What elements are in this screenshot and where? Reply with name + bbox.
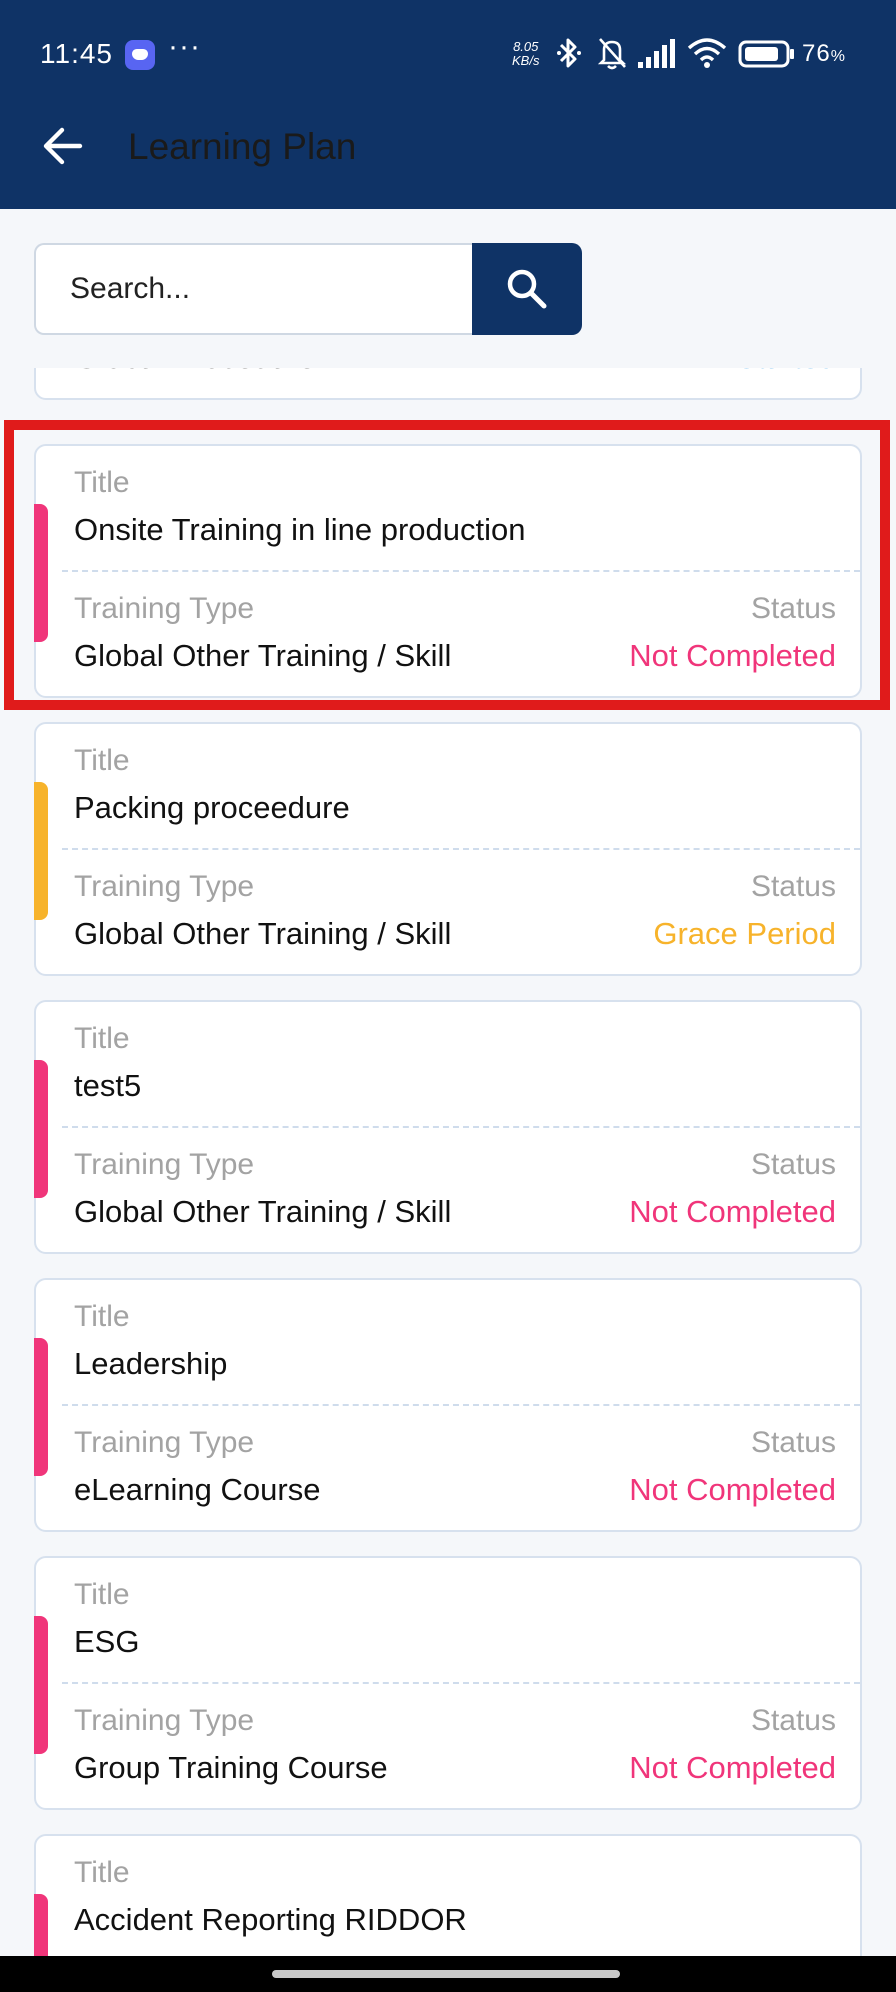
title-label: Title: [74, 1578, 130, 1611]
more-notifications-icon: ···: [168, 30, 201, 63]
highlight-box: [4, 420, 890, 710]
training-title-value: Accident Reporting RIDDOR: [74, 1902, 467, 1937]
status-value: Not Completed: [629, 1194, 836, 1229]
search-button[interactable]: [472, 243, 582, 335]
status-label: Status: [750, 1148, 836, 1181]
status-value: Grace Period: [653, 916, 836, 951]
training-type-label: Training Type: [74, 870, 255, 903]
wifi-icon: [687, 38, 727, 68]
arrow-left-icon: [43, 127, 83, 165]
training-type-label: Training Type: [74, 1704, 255, 1737]
training-title-value: Packing proceedure: [74, 790, 350, 825]
search-input[interactable]: [34, 243, 474, 335]
divider: [62, 1126, 860, 1128]
training-type-label: Training Type: [74, 1426, 255, 1459]
status-label: Status: [750, 1426, 836, 1459]
bell-muted-icon: [597, 38, 627, 70]
title-label: Title: [74, 744, 130, 777]
status-bar: 11:45 ··· 8.05 KB/s 76%: [0, 0, 896, 108]
title-label: Title: [74, 1856, 130, 1889]
status-label: Status: [750, 1704, 836, 1737]
home-gesture-handle[interactable]: [272, 1970, 620, 1978]
search-bar: [34, 243, 582, 335]
divider: [62, 1682, 860, 1684]
status-value: Not Completed: [629, 1750, 836, 1785]
list-item[interactable]: Title Packing proceedure Training Type G…: [34, 722, 862, 976]
list-item[interactable]: Title Leadership Training Type eLearning…: [34, 1278, 862, 1532]
bluetooth-icon: [557, 38, 581, 68]
training-title-value: Leadership: [74, 1346, 228, 1381]
battery-percentage-value: 76: [802, 40, 831, 67]
network-speed: 8.05 KB/s: [512, 40, 539, 68]
back-button[interactable]: [40, 124, 88, 168]
training-type-value: Group Training Course: [74, 1750, 388, 1785]
training-type-value: Global Other Training / Skill: [74, 916, 452, 951]
title-label: Title: [74, 1300, 130, 1333]
battery-percentage-unit: %: [830, 48, 846, 65]
search-icon: [507, 269, 547, 309]
discord-icon: [125, 40, 155, 70]
list-item[interactable]: Title test5 Training Type Global Other T…: [34, 1000, 862, 1254]
battery-percentage: 76%: [802, 40, 846, 68]
status-accent-bar: [34, 1894, 48, 1958]
status-accent-bar: [34, 1060, 48, 1198]
training-title-value: Global Procedure: [74, 368, 315, 376]
training-type-value: eLearning Course: [74, 1472, 321, 1507]
page-title: Learning Plan: [128, 126, 357, 167]
training-type-value: Global Other Training / Skill: [74, 1194, 452, 1229]
status-value: Not Completed: [629, 1472, 836, 1507]
training-title-value: test5: [74, 1068, 142, 1103]
status-time: 11:45: [40, 38, 113, 69]
status-label: Status: [750, 870, 836, 903]
training-type-label: Training Type: [74, 1148, 255, 1181]
status-accent-bar: [34, 1338, 48, 1476]
status-accent-bar: [34, 782, 48, 920]
list-item[interactable]: Title ESG Training Type Group Training C…: [34, 1556, 862, 1810]
training-title-value: ESG: [74, 1624, 140, 1659]
status-accent-bar: [34, 1616, 48, 1754]
divider: [62, 1404, 860, 1406]
signal-icon: [638, 39, 675, 68]
battery-icon: [738, 40, 794, 68]
list-item[interactable]: Title Accident Reporting RIDDOR: [34, 1834, 862, 1958]
title-label: Title: [74, 1022, 130, 1055]
network-speed-value: 8.05: [513, 39, 539, 54]
network-speed-unit: KB/s: [512, 53, 540, 68]
status-value: Started: [736, 368, 836, 376]
list-item[interactable]: Global Procedure Started: [34, 368, 862, 400]
divider: [62, 848, 860, 850]
